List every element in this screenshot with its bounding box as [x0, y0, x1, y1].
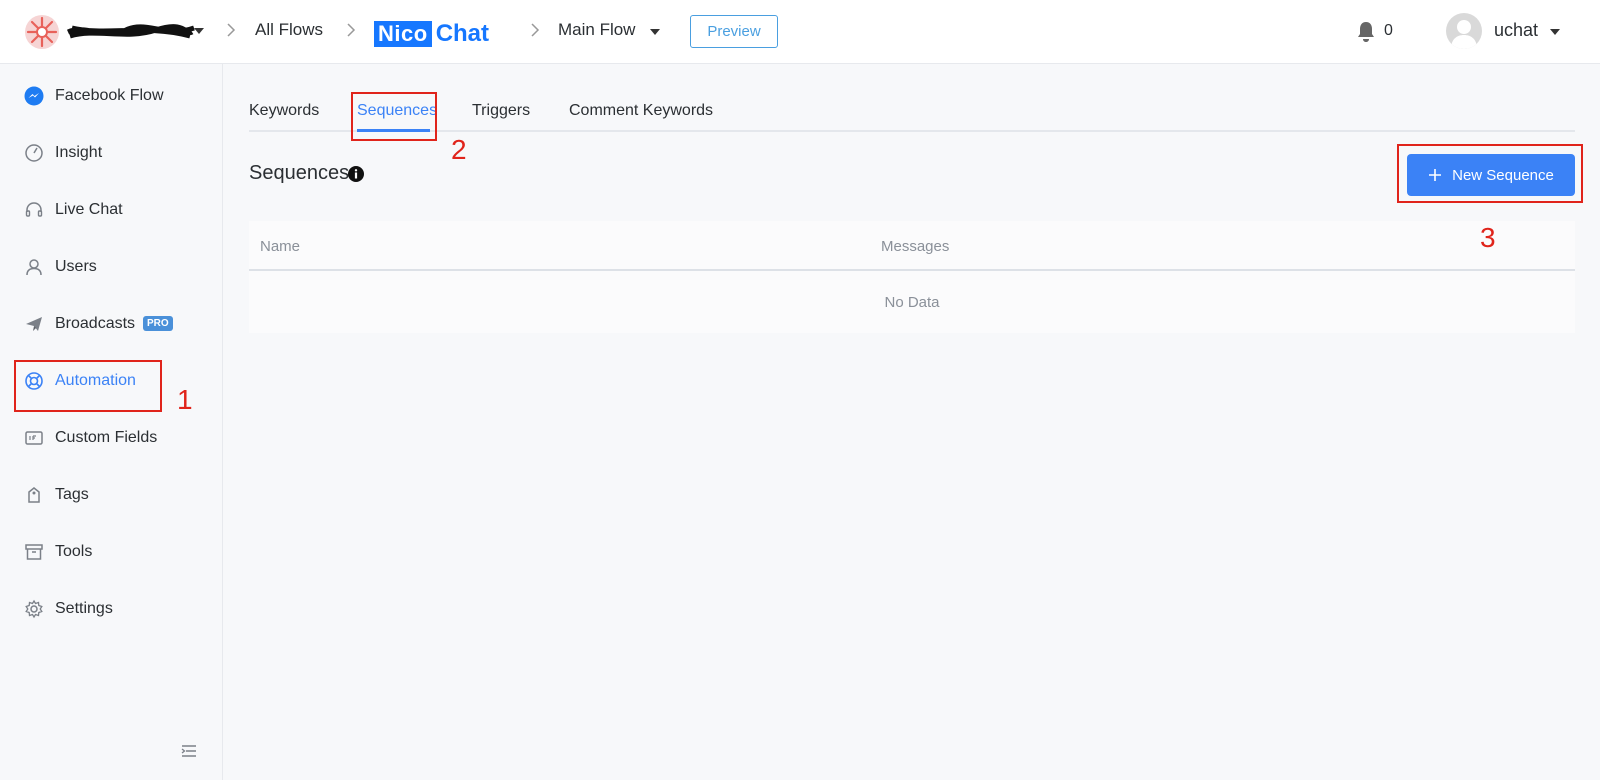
annotation-number-1: 1 — [177, 384, 193, 415]
sidebar-item-tags[interactable]: Tags — [0, 475, 223, 515]
info-icon[interactable] — [348, 166, 364, 182]
messenger-icon — [24, 86, 44, 106]
tab-triggers[interactable]: Triggers — [472, 102, 530, 120]
fields-icon — [24, 428, 44, 448]
empty-state: No Data — [884, 294, 940, 311]
column-header-messages[interactable]: Messages — [881, 238, 949, 255]
workspace-logo-icon[interactable] — [24, 14, 60, 50]
workspace-dropdown-icon[interactable] — [194, 28, 204, 34]
paper-plane-icon — [24, 314, 44, 334]
collapse-sidebar-icon[interactable] — [181, 744, 197, 758]
notification-count: 0 — [1384, 22, 1393, 39]
archive-icon — [24, 542, 44, 562]
sidebar-item-tools[interactable]: Tools — [0, 532, 223, 572]
breadcrumb-chevron-icon — [530, 22, 540, 38]
sidebar-item-settings[interactable]: Settings — [0, 589, 223, 629]
workspace-name-redacted[interactable] — [66, 22, 196, 42]
tab-comment-keywords[interactable]: Comment Keywords — [569, 102, 713, 120]
breadcrumb-chevron-icon — [346, 22, 356, 38]
tag-icon — [24, 485, 44, 505]
sidebar-item-broadcasts[interactable]: Broadcasts PRO — [0, 304, 223, 344]
table-header: Name Messages — [249, 221, 1575, 271]
user-icon — [24, 257, 44, 277]
headset-icon — [24, 200, 44, 220]
gauge-icon — [24, 143, 44, 163]
sidebar-item-custom-fields[interactable]: Custom Fields — [0, 418, 223, 458]
breadcrumb-all-flows[interactable]: All Flows — [255, 20, 323, 40]
username[interactable]: uchat — [1494, 20, 1538, 41]
sidebar-item-facebook-flow[interactable]: Facebook Flow — [0, 76, 223, 116]
flow-dropdown-icon[interactable] — [650, 29, 660, 35]
tab-keywords[interactable]: Keywords — [249, 102, 319, 120]
annotation-number-3: 3 — [1480, 222, 1496, 253]
annotation-number-2: 2 — [451, 134, 467, 165]
preview-button[interactable]: Preview — [690, 15, 778, 48]
annotation-box-1 — [14, 360, 162, 412]
breadcrumb-chevron-icon — [226, 22, 236, 38]
sidebar-item-live-chat[interactable]: Live Chat — [0, 190, 223, 230]
bell-icon[interactable] — [1356, 21, 1376, 43]
sidebar: Facebook Flow Insight Live Chat Users Br… — [0, 64, 223, 780]
top-header: All Flows Nico Chat Main Flow Preview 0 … — [0, 0, 1600, 64]
page-title: Sequences — [249, 162, 350, 184]
user-dropdown-icon[interactable] — [1550, 29, 1560, 35]
sequences-table: Name Messages No Data — [249, 221, 1575, 333]
sidebar-item-users[interactable]: Users — [0, 247, 223, 287]
nicochat-logo: Nico Chat — [374, 20, 489, 48]
avatar[interactable] — [1446, 13, 1482, 49]
column-header-name[interactable]: Name — [260, 238, 300, 255]
pro-badge: PRO — [143, 316, 173, 331]
annotation-box-3 — [1397, 144, 1583, 203]
sidebar-item-insight[interactable]: Insight — [0, 133, 223, 173]
flow-selector[interactable]: Main Flow — [558, 20, 635, 40]
gear-icon — [24, 599, 44, 619]
automation-tabs: Keywords Sequences Triggers Comment Keyw… — [249, 96, 1575, 132]
annotation-box-2 — [351, 92, 437, 141]
